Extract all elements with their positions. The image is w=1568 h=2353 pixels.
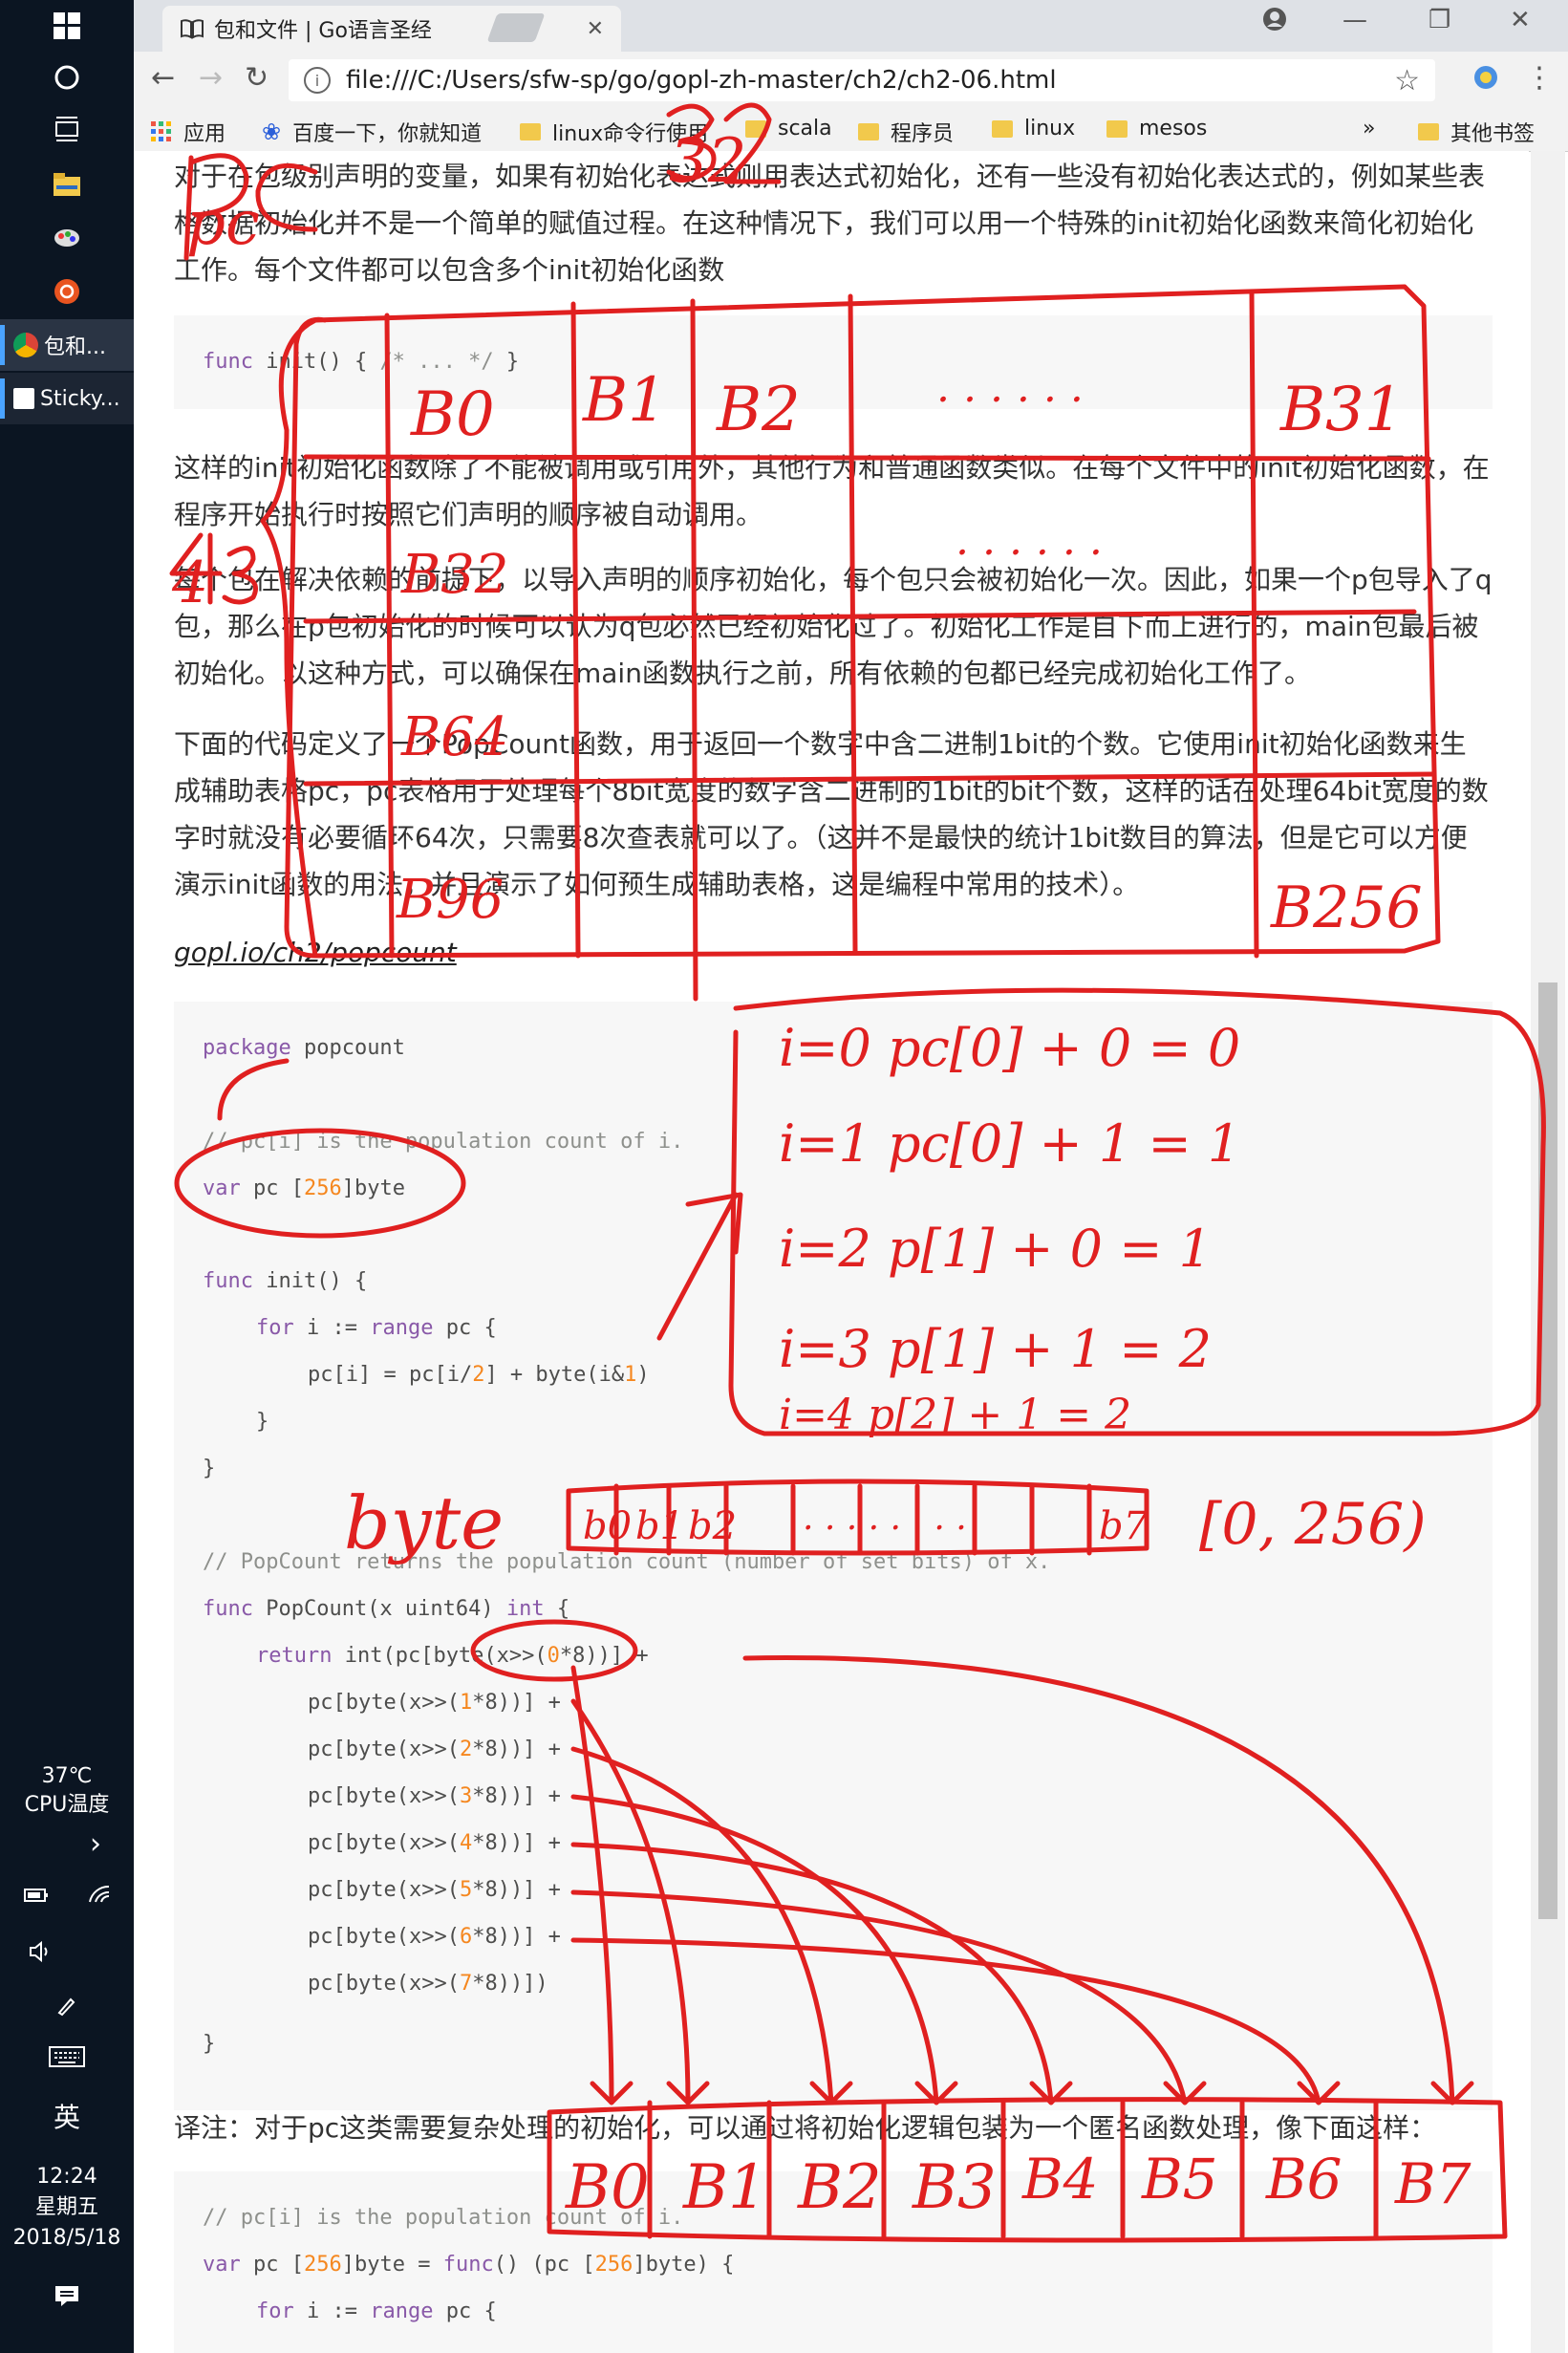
grid-cell-b1: B1 (582, 365, 667, 436)
annotation-label-32: 32 (669, 126, 746, 197)
grid-cell-b31: B31 (1279, 375, 1403, 445)
table-row: i=0 pc[0] + 0 = 0 (779, 1018, 1240, 1078)
annotation-arrow (656, 1192, 739, 1341)
handwritten-annotations: pc 32 4 B0 B1 B2 . . . . . . B31 . . . .… (169, 102, 1546, 2243)
bottom-cell-b2: B2 (797, 2152, 882, 2223)
annotation-arrow (570, 1889, 1188, 2105)
byte-cell: b1 (635, 1504, 684, 1548)
annotation-grid-line (303, 454, 1431, 462)
table-row: i=4 p[2] + 1 = 2 (779, 1391, 1131, 1439)
annotation-grid-line (690, 298, 698, 1002)
grid-cell-b0: B0 (410, 379, 495, 450)
annotation-stroke (222, 546, 258, 605)
bottom-cell-b6: B6 (1265, 2147, 1342, 2212)
annotation-grid-line (1249, 289, 1259, 959)
annotation-label-pc: pc (186, 188, 260, 259)
annotation-arrow (570, 1842, 1054, 2105)
annotation-circle (174, 1128, 466, 1239)
bottom-cell-b0: B0 (565, 2152, 650, 2223)
annotation-label-byte: byte (344, 1480, 504, 1565)
bottom-cell-b7: B7 (1394, 2151, 1471, 2216)
table-row: i=1 pc[0] + 1 = 1 (779, 1113, 1240, 1174)
bottom-cell-b4: B4 (1021, 2147, 1099, 2212)
annotation-label-4: 4 (171, 550, 208, 616)
grid-cell-b2: B2 (716, 375, 801, 445)
grid-cell-ellipsis: . . . . . . (956, 516, 1103, 565)
annotation-arrow (570, 1794, 939, 2105)
grid-cell-b64: B64 (400, 706, 508, 768)
byte-cell: b7 (1099, 1504, 1149, 1548)
annotation-arrow (742, 1655, 1455, 2105)
annotation-grid-line (303, 771, 1436, 787)
annotation-stroke (255, 162, 318, 232)
bottom-cell-b3: B3 (912, 2152, 997, 2223)
annotation-stroke (217, 1058, 290, 1121)
annotation-arrow (570, 1698, 691, 2105)
table-row: i=3 p[1] + 1 = 2 (779, 1319, 1212, 1379)
grid-cell-b32: B32 (400, 544, 508, 606)
byte-cell: b0 (583, 1504, 632, 1548)
annotation-grid-line (848, 293, 858, 954)
annotation-label-range: [0, 256) (1199, 1491, 1427, 1558)
bottom-cell-b5: B5 (1141, 2147, 1218, 2212)
bottom-cell-b1: B1 (682, 2152, 767, 2223)
byte-cell: . . . . . . . . (803, 1499, 967, 1538)
annotation-grid-line (570, 301, 581, 959)
byte-cell: b2 (688, 1504, 737, 1548)
annotation-grid-line (303, 609, 1417, 624)
grid-cell-ellipsis: . . . . . . (936, 363, 1084, 412)
annotation-circle (470, 1619, 638, 1682)
table-row: i=2 p[1] + 0 = 1 (779, 1219, 1212, 1279)
grid-cell-b96: B96 (396, 869, 504, 931)
annotation-grid-line (384, 313, 395, 959)
grid-cell-b256: B256 (1270, 874, 1423, 941)
